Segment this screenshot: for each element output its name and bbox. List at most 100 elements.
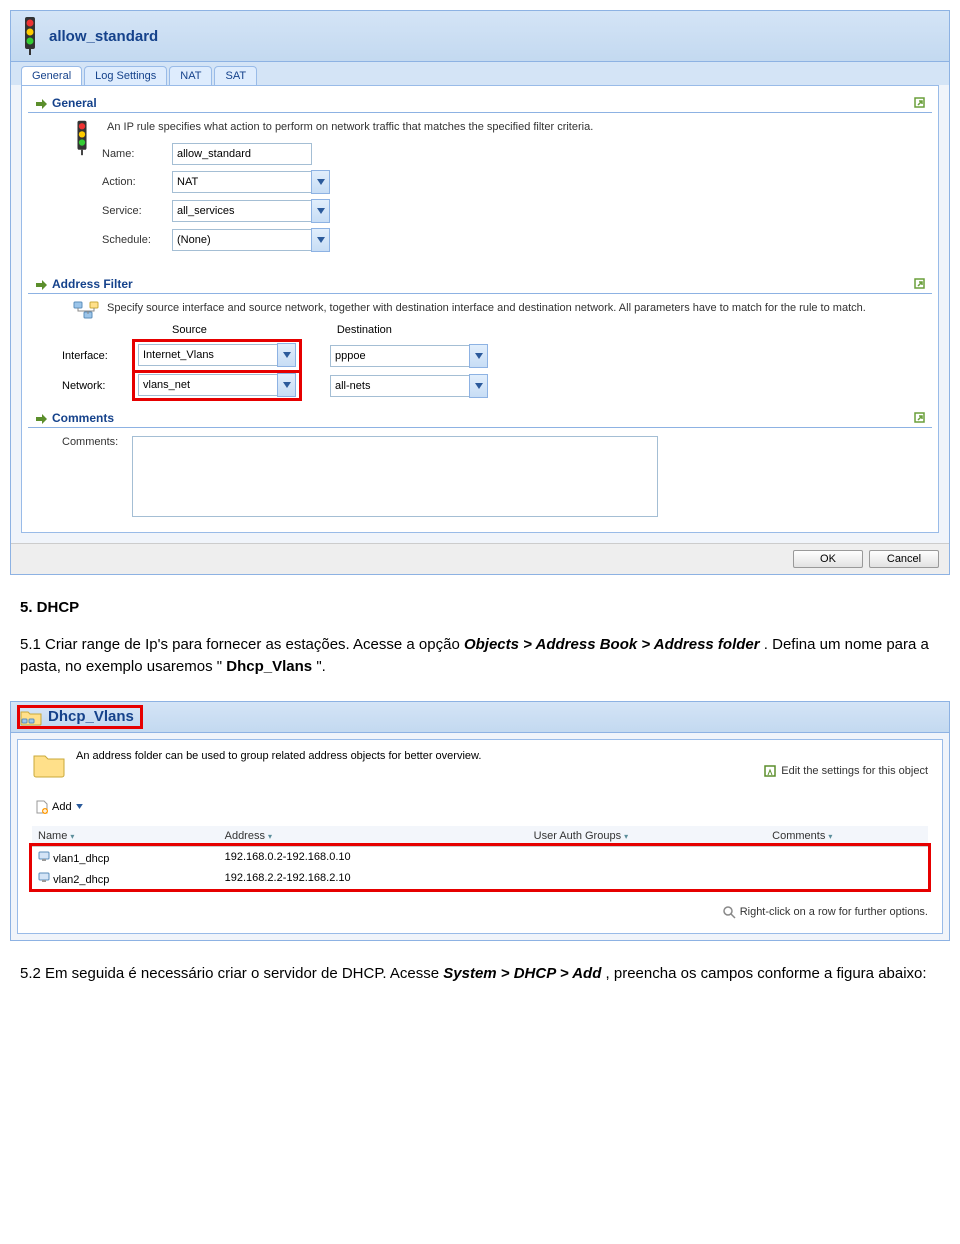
dialog-title: allow_standard (49, 28, 158, 45)
col-comments[interactable]: Comments ▾ (766, 826, 928, 847)
tab-nat[interactable]: NAT (169, 66, 212, 85)
folder-dialog: Dhcp_Vlans An address folder can be used… (10, 701, 950, 941)
service-select[interactable] (172, 200, 311, 222)
folder-dialog-header: Dhcp_Vlans (11, 702, 949, 733)
edit-settings-link[interactable]: Edit the settings for this object (763, 764, 928, 778)
table-row[interactable]: vlan1_dhcp 192.168.0.2-192.168.0.10 (32, 846, 928, 868)
chevron-down-icon (317, 208, 325, 214)
row-comments (766, 846, 928, 868)
section-addrfilter-header: Address Filter (28, 273, 932, 294)
section-general-title: General (52, 96, 97, 110)
row-address: 192.168.2.2-192.168.2.10 (219, 868, 528, 889)
name-label: Name: (102, 148, 172, 160)
network-source-select[interactable] (138, 374, 277, 396)
section-general-header: General (28, 92, 932, 113)
row-address: 192.168.0.2-192.168.0.10 (219, 846, 528, 868)
doc-heading: 5. DHCP (20, 597, 940, 620)
row-comments (766, 868, 928, 889)
doc1-em: Objects > Address Book > Address folder (464, 636, 760, 653)
service-dropdown-btn[interactable] (311, 199, 330, 223)
popout-icon[interactable] (914, 97, 926, 109)
page-icon (36, 800, 48, 814)
sort-icon: ▾ (268, 832, 272, 841)
dialog-header: allow_standard (11, 11, 949, 62)
traffic-light-icon (19, 15, 41, 57)
folder-panel: An address folder can be used to group r… (17, 739, 943, 934)
name-input[interactable] (172, 143, 312, 165)
action-select[interactable] (172, 171, 311, 193)
add-button[interactable]: Add (36, 800, 83, 814)
expand-icon (34, 411, 48, 425)
dialog-button-bar: OK Cancel (11, 543, 949, 574)
schedule-label: Schedule: (102, 234, 172, 246)
schedule-select[interactable] (172, 229, 311, 251)
doc1-pre: 5.1 Criar range de Ip's para fornecer as… (20, 636, 464, 653)
sort-icon: ▾ (70, 832, 74, 841)
schedule-dropdown-btn[interactable] (311, 228, 330, 252)
doc2-pre: 5.2 Em seguida é necessário criar o serv… (20, 965, 443, 982)
row-groups (528, 846, 767, 868)
section-comments-title: Comments (52, 411, 114, 425)
cancel-button[interactable]: Cancel (869, 550, 939, 568)
interface-dest-dd[interactable] (469, 344, 488, 368)
folder-desc-text: An address folder can be used to group r… (76, 750, 481, 762)
rule-dialog: allow_standard General Log Settings NAT … (10, 10, 950, 575)
folder-dialog-title: Dhcp_Vlans (48, 708, 134, 725)
interface-label: Interface: (62, 350, 132, 362)
rightclick-hint: Right-click on a row for further options… (32, 905, 928, 919)
doc2-em: System > DHCP > Add (443, 965, 601, 982)
col-address[interactable]: Address ▾ (219, 826, 528, 847)
section-addrfilter-title: Address Filter (52, 277, 133, 291)
tab-bar: General Log Settings NAT SAT (11, 62, 949, 85)
tab-log-settings[interactable]: Log Settings (84, 66, 167, 85)
network-dest-dd[interactable] (469, 374, 488, 398)
popout-icon[interactable] (914, 278, 926, 290)
chevron-down-icon (317, 237, 325, 243)
expand-icon (34, 277, 48, 291)
host-icon (38, 850, 50, 862)
ok-button[interactable]: OK (793, 550, 863, 568)
tab-general[interactable]: General (21, 66, 82, 85)
network-source-dd[interactable] (277, 373, 296, 397)
section-comments-header: Comments (28, 407, 932, 428)
comments-label: Comments: (62, 436, 132, 448)
action-dropdown-btn[interactable] (311, 170, 330, 194)
comments-textarea[interactable] (132, 436, 658, 517)
network-dest-select[interactable] (330, 375, 469, 397)
action-label: Action: (102, 176, 172, 188)
interface-source-dd[interactable] (277, 343, 296, 367)
doc-paragraph-1: 5. DHCP 5.1 Criar range de Ip's para for… (20, 597, 940, 679)
tab-sat[interactable]: SAT (214, 66, 257, 85)
doc2-post: , preencha os campos conforme a figura a… (606, 965, 927, 982)
chevron-down-icon (283, 352, 291, 358)
col-name[interactable]: Name ▾ (32, 826, 219, 847)
chevron-down-icon (317, 179, 325, 185)
row-name: vlan1_dhcp (53, 853, 109, 865)
section-addrfilter-desc: Specify source interface and source netw… (107, 302, 918, 314)
table-row[interactable]: vlan2_dhcp 192.168.2.2-192.168.2.10 (32, 868, 928, 889)
panel-general-tab: General An IP rule specifies what action… (21, 85, 939, 533)
col-groups[interactable]: User Auth Groups ▾ (528, 826, 767, 847)
interface-source-select[interactable] (138, 344, 277, 366)
chevron-down-icon (475, 353, 483, 359)
rightclick-text: Right-click on a row for further options… (740, 906, 928, 918)
popout-icon[interactable] (914, 412, 926, 424)
chevron-down-icon (76, 804, 83, 809)
folder-icon (20, 708, 42, 726)
interface-dest-select[interactable] (330, 345, 469, 367)
sort-icon: ▾ (828, 832, 832, 841)
column-source-label: Source (172, 324, 207, 336)
chevron-down-icon (283, 382, 291, 388)
network-icon (72, 300, 100, 324)
doc-paragraph-2: 5.2 Em seguida é necessário criar o serv… (20, 963, 940, 986)
service-label: Service: (102, 205, 172, 217)
edit-settings-label: Edit the settings for this object (781, 765, 928, 777)
section-general-desc: An IP rule specifies what action to perf… (107, 121, 918, 133)
magnifier-icon (722, 905, 736, 919)
address-table: Name ▾ Address ▾ User Auth Groups ▾ Comm… (32, 826, 928, 889)
chevron-down-icon (475, 383, 483, 389)
expand-icon (34, 96, 48, 110)
column-destination-label: Destination (337, 324, 392, 336)
row-groups (528, 868, 767, 889)
edit-icon (763, 764, 777, 778)
